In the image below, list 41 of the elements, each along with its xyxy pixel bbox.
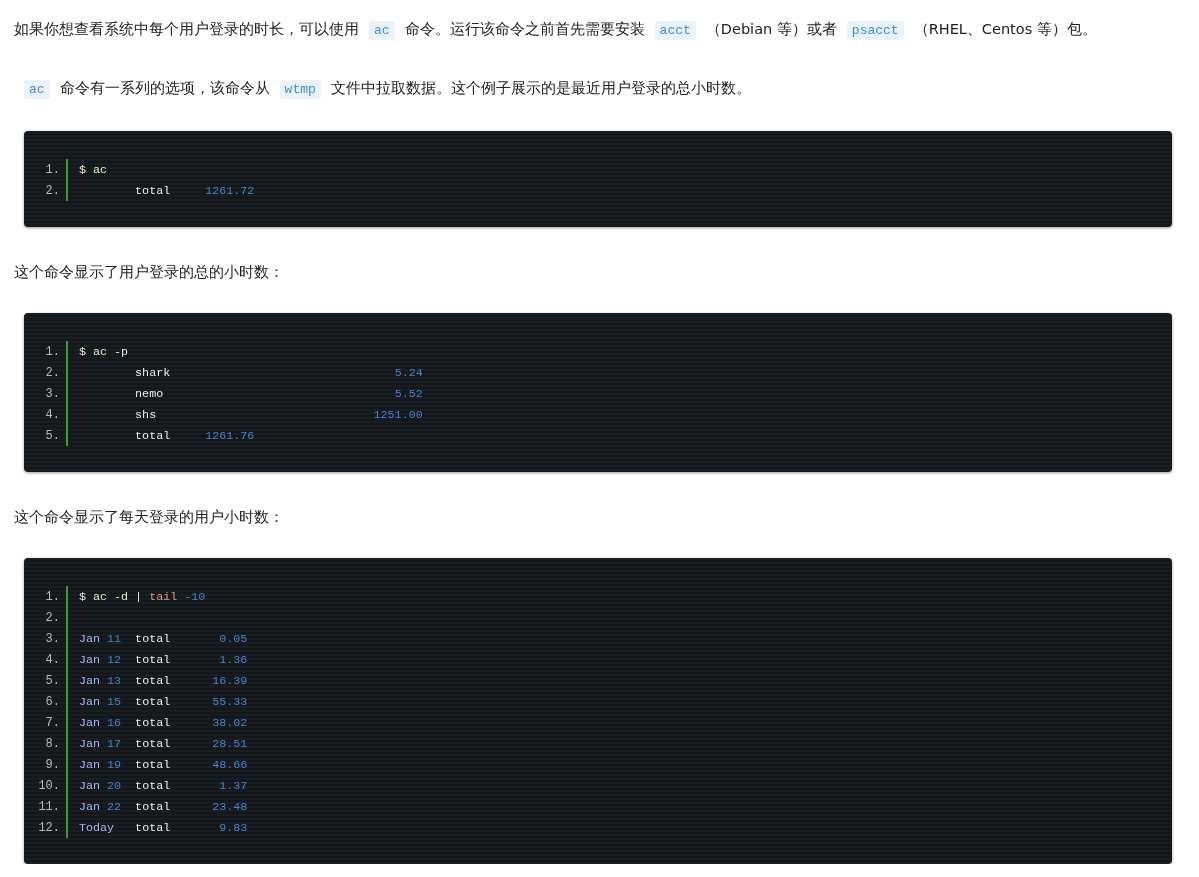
line-number: 7.	[44, 715, 61, 730]
line-number: 4.	[44, 407, 61, 422]
code-line: shs 1251.00	[134, 407, 423, 422]
line-number: 10.	[37, 778, 61, 793]
line-number: 1.	[44, 344, 61, 359]
line-number: 3.	[44, 386, 61, 401]
code-line: Today total 9.83	[79, 820, 248, 835]
code-line: Jan 20 total 1.37	[79, 778, 248, 793]
line-number: 6.	[44, 694, 61, 709]
code-line: total 1261.76	[134, 428, 255, 443]
line-number: 2.	[44, 365, 61, 380]
line-number: 9.	[44, 757, 61, 772]
line-number: 8.	[44, 736, 61, 751]
code-line: Jan 16 total 38.02	[79, 715, 248, 730]
line-number: 12.	[37, 820, 61, 835]
code-line: Jan 17 total 28.51	[79, 736, 248, 751]
line-number: 3.	[44, 631, 61, 646]
code-line: total 1261.72	[134, 183, 255, 198]
line-number: 5.	[44, 673, 61, 688]
line-number: 2.	[44, 610, 61, 625]
code-line: nemo 5.52	[134, 386, 423, 401]
line-number: 1.	[44, 162, 61, 177]
code-line: Jan 11 total 0.05	[79, 631, 248, 646]
code-line: $ ac -d | tail -10	[79, 589, 206, 604]
code-line: Jan 12 total 1.36	[79, 652, 248, 667]
code-line: $ ac -p	[79, 344, 129, 359]
code-line: shark 5.24	[134, 365, 423, 380]
line-number: 1.	[44, 589, 61, 604]
code-line: Jan 13 total 16.39	[79, 673, 248, 688]
code-line: Jan 15 total 55.33	[79, 694, 248, 709]
paragraph: 这个命令显示了每天登录的用户小时数：	[14, 508, 285, 527]
paragraph: 这个命令显示了用户登录的总的小时数：	[14, 263, 285, 282]
code-line: Jan 22 total 23.48	[79, 799, 248, 814]
line-number: 2.	[44, 183, 61, 198]
line-number: 5.	[44, 428, 61, 443]
paragraph: ac 命令有一系列的选项，该命令从 wtmp 文件中拉取数据。这个例子展示的是最近用户登录的总小时数。	[14, 73, 1172, 105]
line-number: 11.	[37, 799, 61, 814]
paragraph: 如果你想查看系统中每个用户登录的时长，可以使用 ac 命令。运行该命令之前首先需要安装 acct （Debian 等）或者 psacct （RHEL、Centos 等）包。	[14, 20, 1098, 42]
code-line: Jan 19 total 48.66	[79, 757, 248, 772]
code-line: $ ac	[79, 162, 108, 177]
line-number: 4.	[44, 652, 61, 667]
